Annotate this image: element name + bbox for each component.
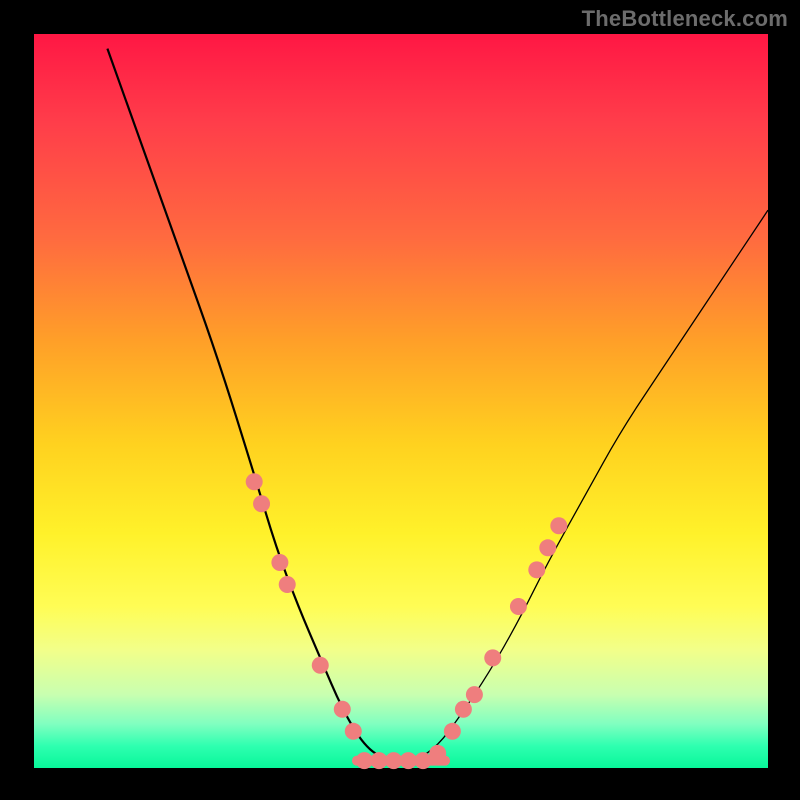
data-point-left-marker-4 <box>279 576 296 593</box>
curve-group <box>107 49 768 761</box>
data-point-right-marker-4 <box>484 649 501 666</box>
curve-left-curve <box>107 49 386 761</box>
data-point-left-marker-3 <box>271 554 288 571</box>
chart-frame: TheBottleneck.com <box>0 0 800 800</box>
data-point-right-marker-6 <box>528 561 545 578</box>
data-point-right-marker-5 <box>510 598 527 615</box>
plot-area <box>34 34 768 768</box>
data-point-bottom-marker-2 <box>370 752 387 769</box>
data-point-left-marker-2 <box>253 495 270 512</box>
data-point-bottom-marker-3 <box>385 752 402 769</box>
data-point-right-marker-1 <box>444 723 461 740</box>
data-point-right-marker-3 <box>466 686 483 703</box>
chart-svg <box>34 34 768 768</box>
data-point-left-marker-7 <box>345 723 362 740</box>
data-point-bottom-marker-1 <box>356 752 373 769</box>
data-point-left-marker-6 <box>334 701 351 718</box>
data-point-bottom-marker-6 <box>429 745 446 762</box>
watermark-text: TheBottleneck.com <box>582 6 788 32</box>
data-point-bottom-marker-4 <box>400 752 417 769</box>
data-point-right-marker-2 <box>455 701 472 718</box>
data-point-right-marker-8 <box>550 517 567 534</box>
data-point-right-marker-7 <box>539 539 556 556</box>
data-point-left-marker-1 <box>246 473 263 490</box>
data-point-bottom-marker-5 <box>415 752 432 769</box>
data-point-left-marker-5 <box>312 657 329 674</box>
marker-group <box>246 473 568 769</box>
curve-right-curve <box>416 210 768 761</box>
